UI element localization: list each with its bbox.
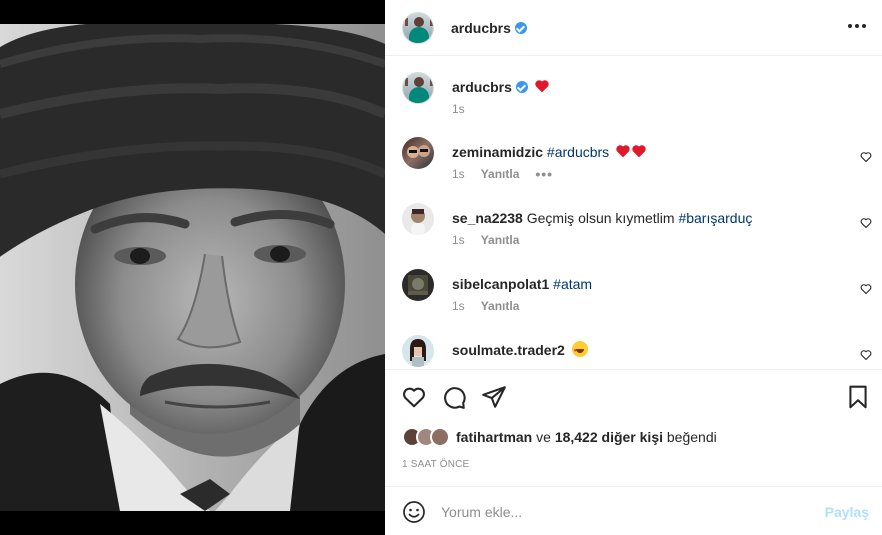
post-header: arducbrs [385,0,882,56]
verified-badge-icon [515,81,528,93]
post-timestamp[interactable]: 1 SAAT ÖNCE [402,459,469,470]
post-sidebar: arducbrs arducbrs 1s zeminamidzic #arduc… [385,0,882,535]
comment-text: se_na2238 Geçmiş olsun kıymetlim #barışa… [452,209,842,227]
comment-meta: 1s Yanıtla [452,299,519,313]
caption-text: arducbrs [452,78,842,96]
comment-like-icon[interactable] [860,217,872,229]
comment-like-icon[interactable] [860,349,872,361]
paper-plane-icon[interactable] [481,384,507,410]
commenter-avatar[interactable] [402,269,434,301]
comments-list[interactable]: arducbrs 1s zeminamidzic #arducbrs 1s Ya… [385,57,882,369]
likes-connector: ve [536,429,551,445]
comment-username[interactable]: sibelcanpolat1 [452,276,549,292]
verified-badge-icon [514,21,527,34]
caption-meta: 1s [452,102,465,116]
comment-hashtag[interactable]: #barışarduç [678,210,752,226]
comment-text: soulmate.trader2 [452,341,842,360]
comment-meta: 1s Yanıtla ••• [452,167,553,181]
red-heart-icon [632,145,646,158]
post-photo[interactable] [0,24,385,511]
commenter-avatar[interactable] [402,203,434,235]
comment-options-icon[interactable]: ••• [535,167,553,181]
comment-username[interactable]: soulmate.trader2 [452,342,565,358]
comment-icon[interactable] [441,384,467,410]
comment-like-icon[interactable] [860,151,872,163]
caption-time: 1s [452,102,465,116]
reply-button[interactable]: Yanıtla [481,167,520,181]
likes-suffix: beğendi [666,429,717,445]
reply-button[interactable]: Yanıtla [481,233,520,247]
comment-text: sibelcanpolat1 #atam [452,275,842,293]
bookmark-icon[interactable] [845,384,871,410]
author-username[interactable]: arducbrs [451,20,527,36]
more-options-icon[interactable] [848,24,866,30]
heart-outline-icon[interactable] [401,384,427,410]
comment-username[interactable]: zeminamidzic [452,144,543,160]
comment-body: Geçmiş olsun kıymetlim [526,210,675,226]
red-heart-icon [616,145,630,158]
commenter-avatar[interactable] [402,137,434,169]
likes-count[interactable]: 18,422 diğer kişi [555,429,663,445]
comment-input[interactable] [441,501,811,523]
comment-time: 1s [452,233,465,247]
portrait-image [0,24,385,511]
liker-username[interactable]: fatihartman [456,429,532,445]
add-comment-bar: Paylaş [385,486,882,535]
comment-username[interactable]: se_na2238 [452,210,523,226]
liker-avatars [402,427,450,447]
heart-eyes-icon [571,341,588,360]
comment-meta: 1s Yanıtla [452,233,519,247]
post-comment-button[interactable]: Paylaş [825,504,869,520]
post-actions: fatihartman ve 18,422 diğer kişi beğendi… [385,369,882,486]
comment-hashtag[interactable]: #arducbrs [547,144,609,160]
red-heart-icon [535,80,549,93]
comment-time: 1s [452,167,465,181]
emoji-icon[interactable] [402,500,426,524]
commenter-avatar[interactable] [402,335,434,367]
comment-time: 1s [452,299,465,313]
comment-hashtag[interactable]: #atam [553,276,592,292]
caption-username[interactable]: arducbrs [452,79,512,95]
reply-button[interactable]: Yanıtla [481,299,520,313]
comment-like-icon[interactable] [860,283,872,295]
liker-avatar [430,427,450,447]
author-avatar[interactable] [402,72,434,104]
author-avatar[interactable] [402,11,434,44]
comment-text: zeminamidzic #arducbrs [452,143,842,161]
likes-summary[interactable]: fatihartman ve 18,422 diğer kişi beğendi [402,427,717,447]
post-media [0,0,385,535]
